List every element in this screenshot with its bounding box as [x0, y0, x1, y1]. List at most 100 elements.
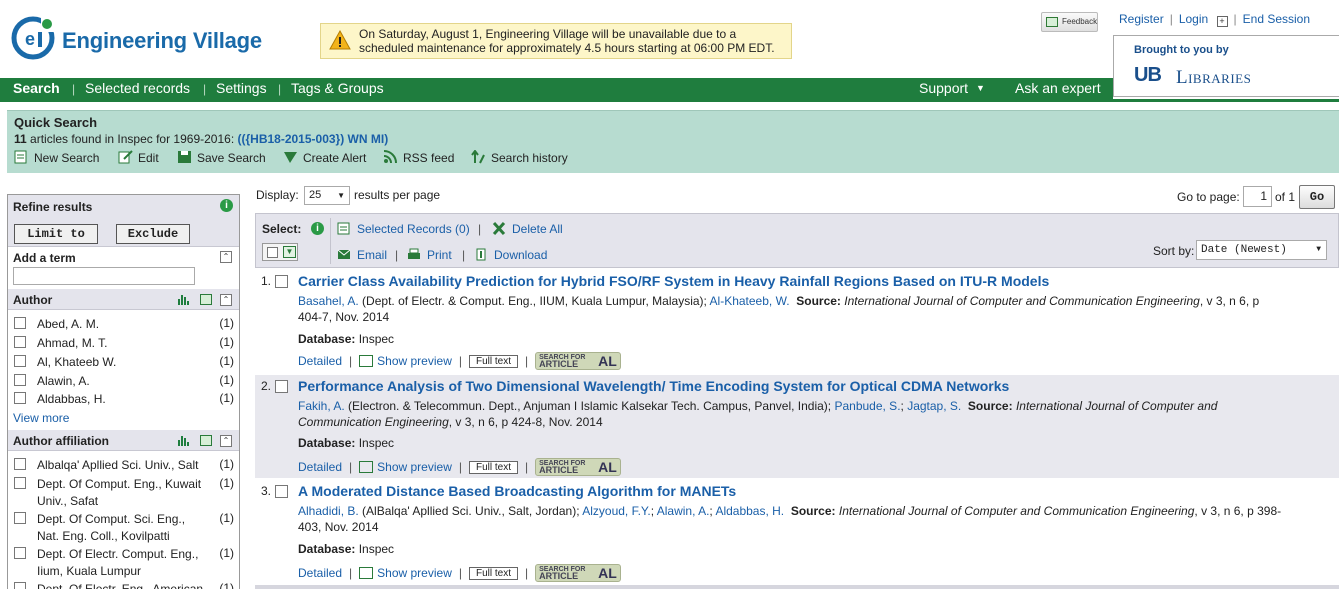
view-more-link[interactable]: View more	[13, 411, 69, 425]
facet-checkbox[interactable]	[14, 477, 26, 489]
quick-search-title: Quick Search	[14, 115, 98, 130]
facet-checkbox[interactable]	[14, 336, 26, 348]
app-name[interactable]: Engineering Village	[62, 28, 262, 54]
end-session-link[interactable]: End Session	[1243, 12, 1310, 26]
search-query-link[interactable]: (({HB18-2015-003}) WN MI)	[237, 132, 388, 146]
results-per-page-select[interactable]: 25 ▼	[304, 186, 350, 205]
author-link[interactable]: Jagtap, S.	[907, 399, 961, 413]
rss-feed-button[interactable]: RSS feed	[383, 150, 454, 165]
collapse-add-term-icon[interactable]: ⌃	[220, 251, 232, 263]
show-preview-link[interactable]: Show preview	[359, 460, 452, 474]
nav-support[interactable]: Support ▼	[919, 80, 985, 96]
search-for-article-button[interactable]: SEARCH FOR ARTICLE AL	[535, 564, 622, 582]
svg-text:e: e	[25, 29, 35, 49]
goto-page-label: Go to page:	[1177, 190, 1240, 204]
full-text-button[interactable]: Full text	[468, 355, 518, 368]
result-checkbox[interactable]	[275, 380, 288, 393]
results-toolbar: Select: i ▼ Selected Records (0) | Delet…	[255, 213, 1339, 268]
author-link[interactable]: Basahel, A.	[298, 294, 359, 308]
result-title[interactable]: A Moderated Distance Based Broadcasting …	[298, 483, 736, 499]
save-search-button[interactable]: Save Search	[177, 150, 266, 165]
result-citation: Alhadidi, B. (AlBalqa' Apllied Sci. Univ…	[298, 504, 1282, 534]
detailed-link[interactable]: Detailed	[298, 460, 342, 474]
nav-settings[interactable]: Settings	[216, 80, 267, 96]
select-dropdown-icon[interactable]: ▼	[283, 246, 296, 258]
top-links: Register | Login + | End Session	[1119, 12, 1311, 27]
feedback-button[interactable]: Feedback	[1041, 12, 1098, 32]
add-term-input[interactable]	[13, 267, 195, 285]
delete-all-link[interactable]: Delete All	[492, 222, 563, 236]
main-nav: Search | Selected records | Settings | T…	[0, 78, 1113, 99]
full-text-button[interactable]: Full text	[468, 461, 518, 474]
email-link[interactable]: Email	[337, 248, 387, 262]
go-button[interactable]: Go	[1299, 185, 1335, 209]
facet-checkbox[interactable]	[14, 392, 26, 404]
author-facet-title: Author	[13, 293, 53, 307]
ub-logo: UB	[1134, 64, 1162, 86]
login-link[interactable]: Login	[1179, 12, 1208, 26]
sort-select[interactable]: Date (Newest) ▼	[1196, 240, 1327, 260]
brought-to-you-by: Brought to you by	[1134, 44, 1229, 56]
nav-search[interactable]: Search	[13, 80, 60, 96]
collapse-author-icon[interactable]: ⌃	[220, 294, 232, 306]
info-icon[interactable]: i	[220, 199, 233, 212]
result-database: Database: Inspec	[298, 332, 395, 346]
facet-checkbox[interactable]	[14, 355, 26, 367]
result-title[interactable]: Performance Analysis of Two Dimensional …	[298, 378, 1009, 394]
select-all-checkbox[interactable]: ▼	[262, 243, 298, 261]
selected-records-link[interactable]: Selected Records (0)	[337, 222, 470, 236]
author-link[interactable]: Alawin, A.	[657, 504, 710, 518]
facet-checkbox[interactable]	[14, 512, 26, 524]
result-checkbox[interactable]	[275, 275, 288, 288]
export-facet-icon[interactable]	[200, 435, 212, 446]
select-info-icon[interactable]: i	[311, 222, 324, 235]
author-link[interactable]: Al-Khateeb, W.	[710, 294, 790, 308]
collapse-affiliation-icon[interactable]: ⌃	[220, 435, 232, 447]
search-for-article-button[interactable]: SEARCH FOR ARTICLE AL	[535, 352, 622, 370]
result-title[interactable]: Carrier Class Availability Prediction fo…	[298, 273, 1049, 289]
warning-icon	[329, 30, 351, 50]
full-text-button[interactable]: Full text	[468, 567, 518, 580]
maintenance-notice: On Saturday, August 1, Engineering Villa…	[320, 23, 792, 59]
result-item: 3. A Moderated Distance Based Broadcasti…	[255, 480, 1339, 589]
notice-text: On Saturday, August 1, Engineering Villa…	[359, 27, 775, 55]
facet-checkbox[interactable]	[14, 458, 26, 470]
author-link[interactable]: Fakih, A.	[298, 399, 345, 413]
result-checkbox[interactable]	[275, 485, 288, 498]
facet-checkbox[interactable]	[14, 374, 26, 386]
limit-to-button[interactable]: Limit to	[14, 224, 98, 244]
register-link[interactable]: Register	[1119, 12, 1164, 26]
preview-icon	[359, 567, 374, 579]
export-facet-icon[interactable]	[200, 294, 212, 305]
author-link[interactable]: Aldabbas, H.	[715, 504, 784, 518]
facet-checkbox[interactable]	[14, 317, 26, 329]
login-expand-icon[interactable]: +	[1216, 16, 1228, 27]
facet-checkbox[interactable]	[14, 547, 26, 559]
detailed-link[interactable]: Detailed	[298, 566, 342, 580]
author-link[interactable]: Alzyoud, F.Y.	[582, 504, 650, 518]
nav-ask-expert[interactable]: Ask an expert	[1015, 80, 1101, 96]
author-facet-header: Author ⌃	[8, 289, 239, 310]
facet-checkbox[interactable]	[14, 582, 26, 589]
edit-button[interactable]: Edit	[118, 150, 159, 165]
nav-tags-groups[interactable]: Tags & Groups	[291, 80, 384, 96]
detailed-link[interactable]: Detailed	[298, 354, 342, 368]
author-link[interactable]: Panbude, S.	[834, 399, 900, 413]
nav-selected-records[interactable]: Selected records	[85, 80, 190, 96]
show-preview-link[interactable]: Show preview	[359, 566, 452, 580]
author-link[interactable]: Alhadidi, B.	[298, 504, 359, 518]
download-link[interactable]: Download	[474, 248, 547, 262]
create-alert-button[interactable]: Create Alert	[283, 150, 366, 165]
search-for-article-button[interactable]: SEARCH FOR ARTICLE AL	[535, 458, 622, 476]
new-search-icon	[14, 150, 27, 164]
page-number-input[interactable]: 1	[1243, 186, 1272, 207]
print-link[interactable]: Print	[407, 248, 452, 262]
chart-bars-icon[interactable]	[178, 294, 190, 305]
affiliation-facet-title: Author affiliation	[13, 434, 109, 448]
search-history-button[interactable]: Search history	[471, 150, 568, 165]
new-search-button[interactable]: New Search	[14, 150, 99, 165]
exclude-button[interactable]: Exclude	[116, 224, 190, 244]
chart-bars-icon[interactable]	[178, 435, 190, 446]
show-preview-link[interactable]: Show preview	[359, 354, 452, 368]
feedback-label: Feedback	[1062, 17, 1098, 26]
